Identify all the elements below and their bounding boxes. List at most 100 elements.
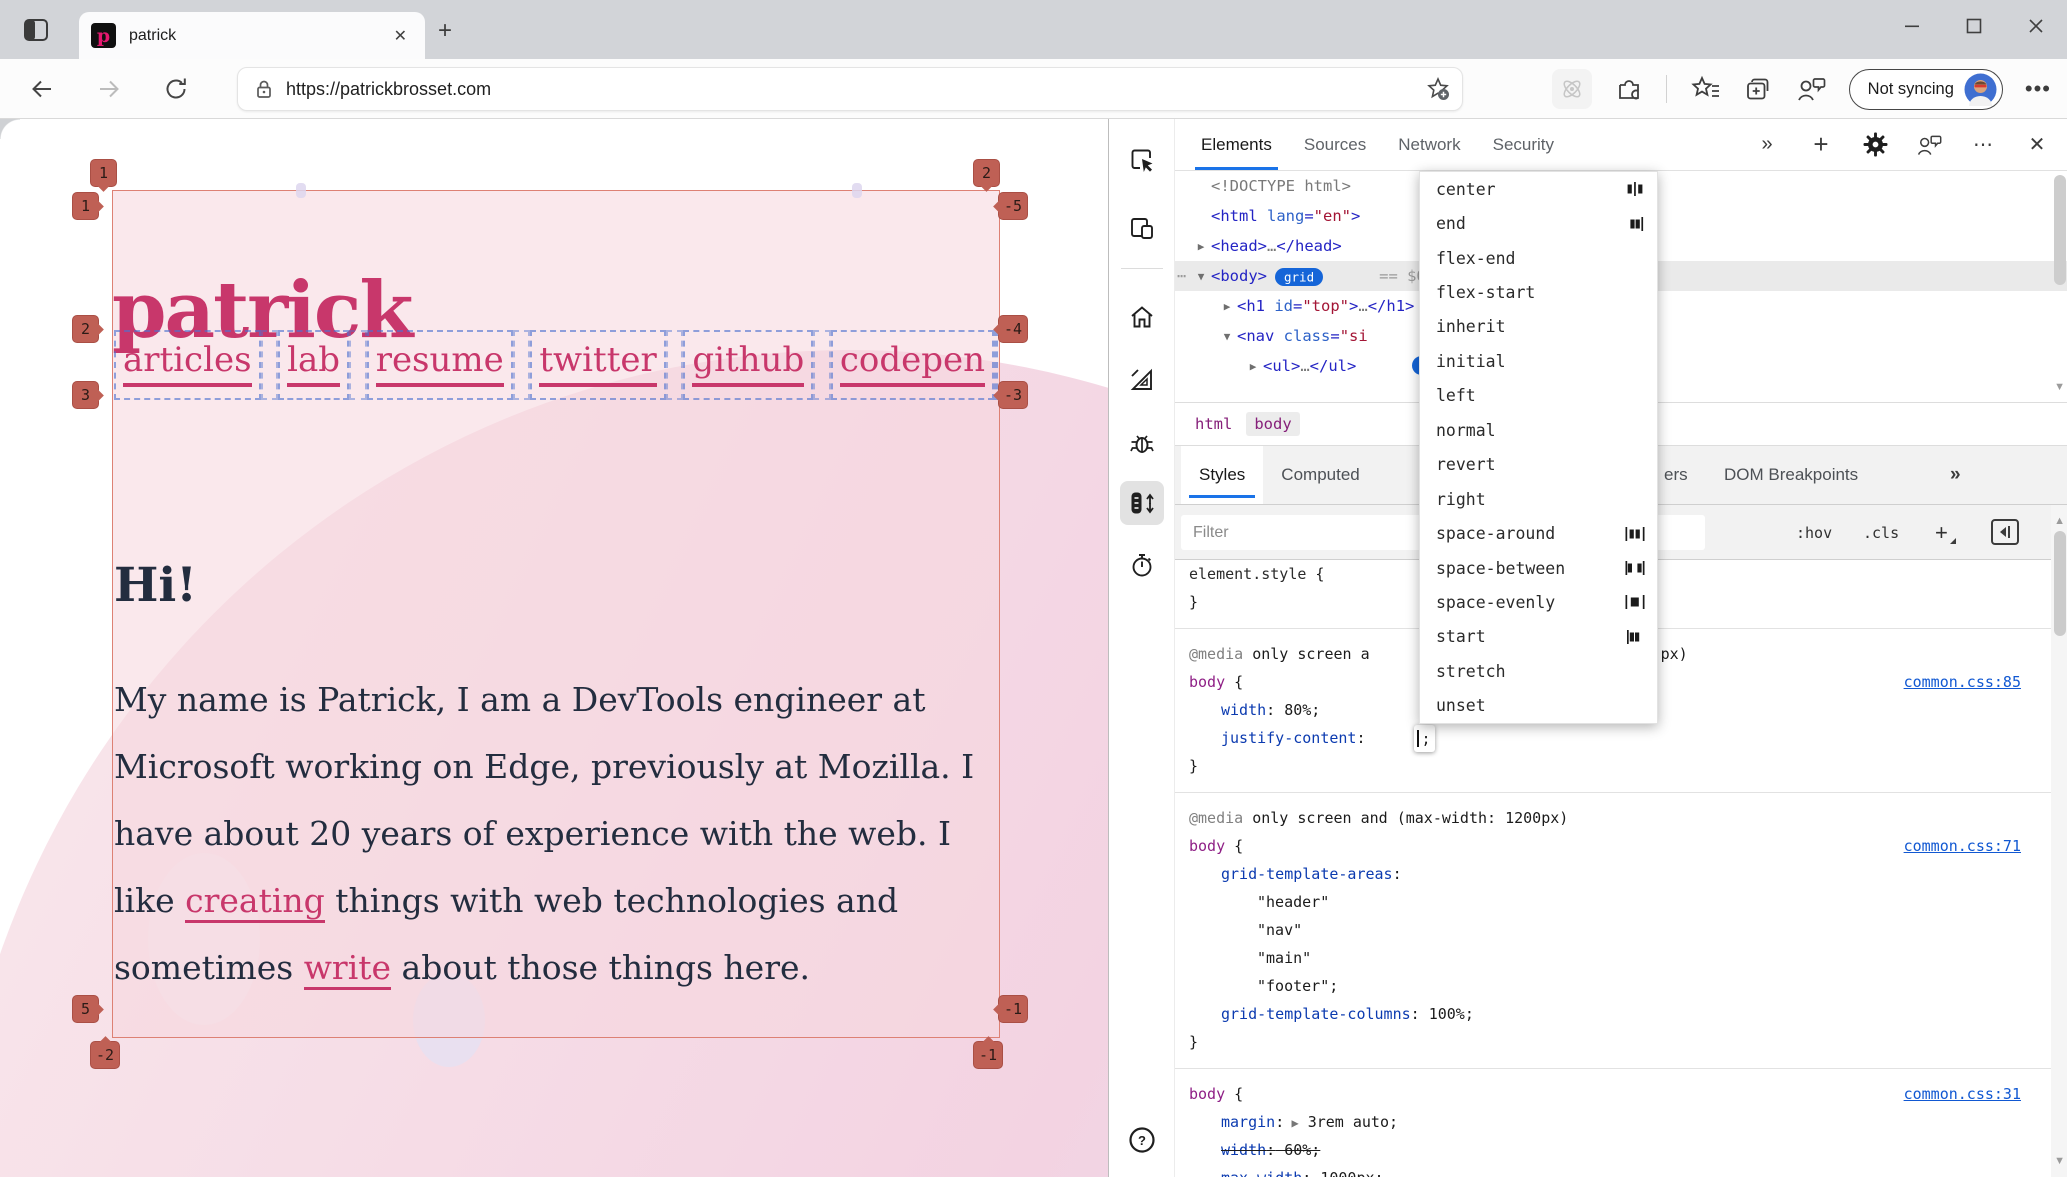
layout-ruler-icon <box>1128 366 1156 394</box>
autocomplete-option-space-around[interactable]: space-around <box>1420 516 1657 550</box>
autocomplete-option-revert[interactable]: revert <box>1420 448 1657 482</box>
refresh-button[interactable] <box>156 69 196 109</box>
breadcrumb-html[interactable]: html <box>1187 412 1240 436</box>
devtools-tab-sources[interactable]: Sources <box>1288 119 1382 170</box>
twisty-icon[interactable]: ▶ <box>1243 352 1263 382</box>
stylesheet-link[interactable]: common.css:71 <box>1904 832 2021 860</box>
add-favorite-icon[interactable] <box>1424 75 1452 103</box>
nav-link-resume[interactable]: resume <box>376 343 504 388</box>
stylesheet-link[interactable]: common.css:85 <box>1904 668 2021 696</box>
device-emulation-button[interactable] <box>1120 206 1164 250</box>
styles-scrollbar-thumb[interactable] <box>2054 531 2066 636</box>
tree-scrollbar-thumb[interactable] <box>2054 175 2066 285</box>
tab-computed[interactable]: Computed <box>1263 446 1377 504</box>
write-link[interactable]: write <box>304 948 391 990</box>
devtools-tab-security[interactable]: Security <box>1477 119 1570 170</box>
nav-link-twitter[interactable]: twitter <box>539 343 656 388</box>
nav-link-codepen[interactable]: codepen <box>840 343 985 388</box>
grid-badge[interactable]: grid <box>1275 268 1323 286</box>
tab-event-listeners-fragment[interactable]: ers <box>1664 446 1688 504</box>
tree-scroll-down-icon[interactable]: ▼ <box>2054 381 2065 393</box>
autocomplete-option-start[interactable]: start <box>1420 620 1657 654</box>
autocomplete-option-flex-start[interactable]: flex-start <box>1420 275 1657 309</box>
bug-button[interactable] <box>1120 421 1164 465</box>
rule-close-brace: } <box>1175 1028 2051 1056</box>
more-tabs-icon[interactable]: » <box>1740 119 1794 171</box>
devtools-close-icon[interactable]: ✕ <box>2010 119 2064 171</box>
twisty-icon[interactable]: ▼ <box>1217 322 1237 352</box>
twisty-icon[interactable]: ▶ <box>1191 232 1211 262</box>
autocomplete-option-inherit[interactable]: inherit <box>1420 310 1657 344</box>
tab-close-icon[interactable]: ✕ <box>388 24 413 48</box>
breadcrumb-body[interactable]: body <box>1246 412 1299 436</box>
nav-link-github[interactable]: github <box>692 343 804 388</box>
tab-dom-breakpoints[interactable]: DOM Breakpoints <box>1724 446 1858 504</box>
autocomplete-option-unset[interactable]: unset <box>1420 689 1657 723</box>
workspaces-icon <box>20 14 52 46</box>
extensions-icon[interactable] <box>1614 74 1644 104</box>
lock-icon[interactable] <box>254 78 274 100</box>
add-pane-icon[interactable]: + <box>1794 119 1848 171</box>
devtools-more-icon[interactable]: ⋯ <box>1956 119 2010 171</box>
feedback-icon[interactable] <box>1795 74 1827 104</box>
autocomplete-option-center[interactable]: center <box>1420 172 1657 206</box>
url-text[interactable]: https://patrickbrosset.com <box>286 79 1424 100</box>
autocomplete-option-flex-end[interactable]: flex-end <box>1420 241 1657 275</box>
bug-icon <box>1128 429 1156 457</box>
address-bar[interactable]: https://patrickbrosset.com <box>237 67 1463 111</box>
sidebar-toggle-icon[interactable] <box>1991 519 2019 545</box>
maximize-button[interactable] <box>1943 0 2005 52</box>
option-label: left <box>1436 386 1645 405</box>
dom-sorter-icon <box>1128 489 1156 517</box>
nav-link-articles[interactable]: articles <box>123 343 252 388</box>
creating-link[interactable]: creating <box>185 881 325 923</box>
toggle-class[interactable]: .cls <box>1863 505 1899 560</box>
devtools-feedback-icon[interactable] <box>1902 119 1956 171</box>
nav-link-lab[interactable]: lab <box>287 343 340 388</box>
start-alignment-icon <box>1625 630 1645 644</box>
twisty-icon[interactable]: ▼ <box>1191 262 1211 292</box>
devtools-tab-network[interactable]: Network <box>1382 119 1476 170</box>
tab-styles[interactable]: Styles <box>1181 446 1263 504</box>
node-menu-icon[interactable]: ⋯ <box>1177 261 1186 291</box>
autocomplete-option-stretch[interactable]: stretch <box>1420 654 1657 688</box>
performance-button[interactable] <box>1120 543 1164 587</box>
new-tab-button[interactable]: + <box>438 22 452 40</box>
devtools-tab-elements[interactable]: Elements <box>1185 119 1288 170</box>
welcome-home-button[interactable] <box>1120 295 1164 339</box>
collections-icon[interactable] <box>1743 74 1773 104</box>
settings-gear-icon[interactable] <box>1848 119 1902 171</box>
autocomplete-option-initial[interactable]: initial <box>1420 344 1657 378</box>
value-edit-caret[interactable]: ; <box>1414 725 1435 752</box>
settings-menu-icon[interactable]: ••• <box>2025 76 2051 102</box>
autocomplete-option-normal[interactable]: normal <box>1420 413 1657 447</box>
autocomplete-option-space-evenly[interactable]: space-evenly <box>1420 585 1657 619</box>
devtools-activity-bar: ? <box>1109 119 1175 1177</box>
device-emulation-icon <box>1128 214 1156 242</box>
minimize-button[interactable] <box>1881 0 1943 52</box>
stylesheet-link[interactable]: common.css:31 <box>1904 1080 2021 1108</box>
site-nav: articles lab resume twitter github codepen <box>114 330 998 400</box>
autocomplete-option-space-between[interactable]: space-between <box>1420 551 1657 585</box>
autocomplete-option-left[interactable]: left <box>1420 379 1657 413</box>
favorites-icon[interactable] <box>1689 74 1721 104</box>
new-style-rule-button[interactable]: + <box>1935 505 1948 560</box>
forward-button[interactable] <box>89 69 129 109</box>
styles-scroll-up-icon[interactable]: ▲ <box>2054 515 2065 527</box>
disabled-extension-icon[interactable] <box>1552 69 1592 109</box>
browser-tab[interactable]: p patrick ✕ <box>79 12 425 59</box>
toggle-hover-state[interactable]: :hov <box>1796 505 1832 560</box>
profile-button[interactable]: Not syncing <box>1849 69 2003 110</box>
autocomplete-option-end[interactable]: end <box>1420 206 1657 240</box>
inspect-element-button[interactable] <box>1120 138 1164 182</box>
twisty-icon[interactable]: ▶ <box>1217 292 1237 322</box>
tab-actions-icon[interactable] <box>20 14 52 46</box>
help-button[interactable]: ? <box>1120 1118 1164 1162</box>
close-window-button[interactable] <box>2005 0 2067 52</box>
layout-ruler-button[interactable] <box>1120 358 1164 402</box>
styles-scroll-down-icon[interactable]: ▼ <box>2054 1155 2065 1167</box>
subtabs-overflow-icon[interactable]: » <box>1950 446 1961 504</box>
dom-sorter-button[interactable] <box>1120 481 1164 525</box>
autocomplete-option-right[interactable]: right <box>1420 482 1657 516</box>
back-button[interactable] <box>22 69 62 109</box>
